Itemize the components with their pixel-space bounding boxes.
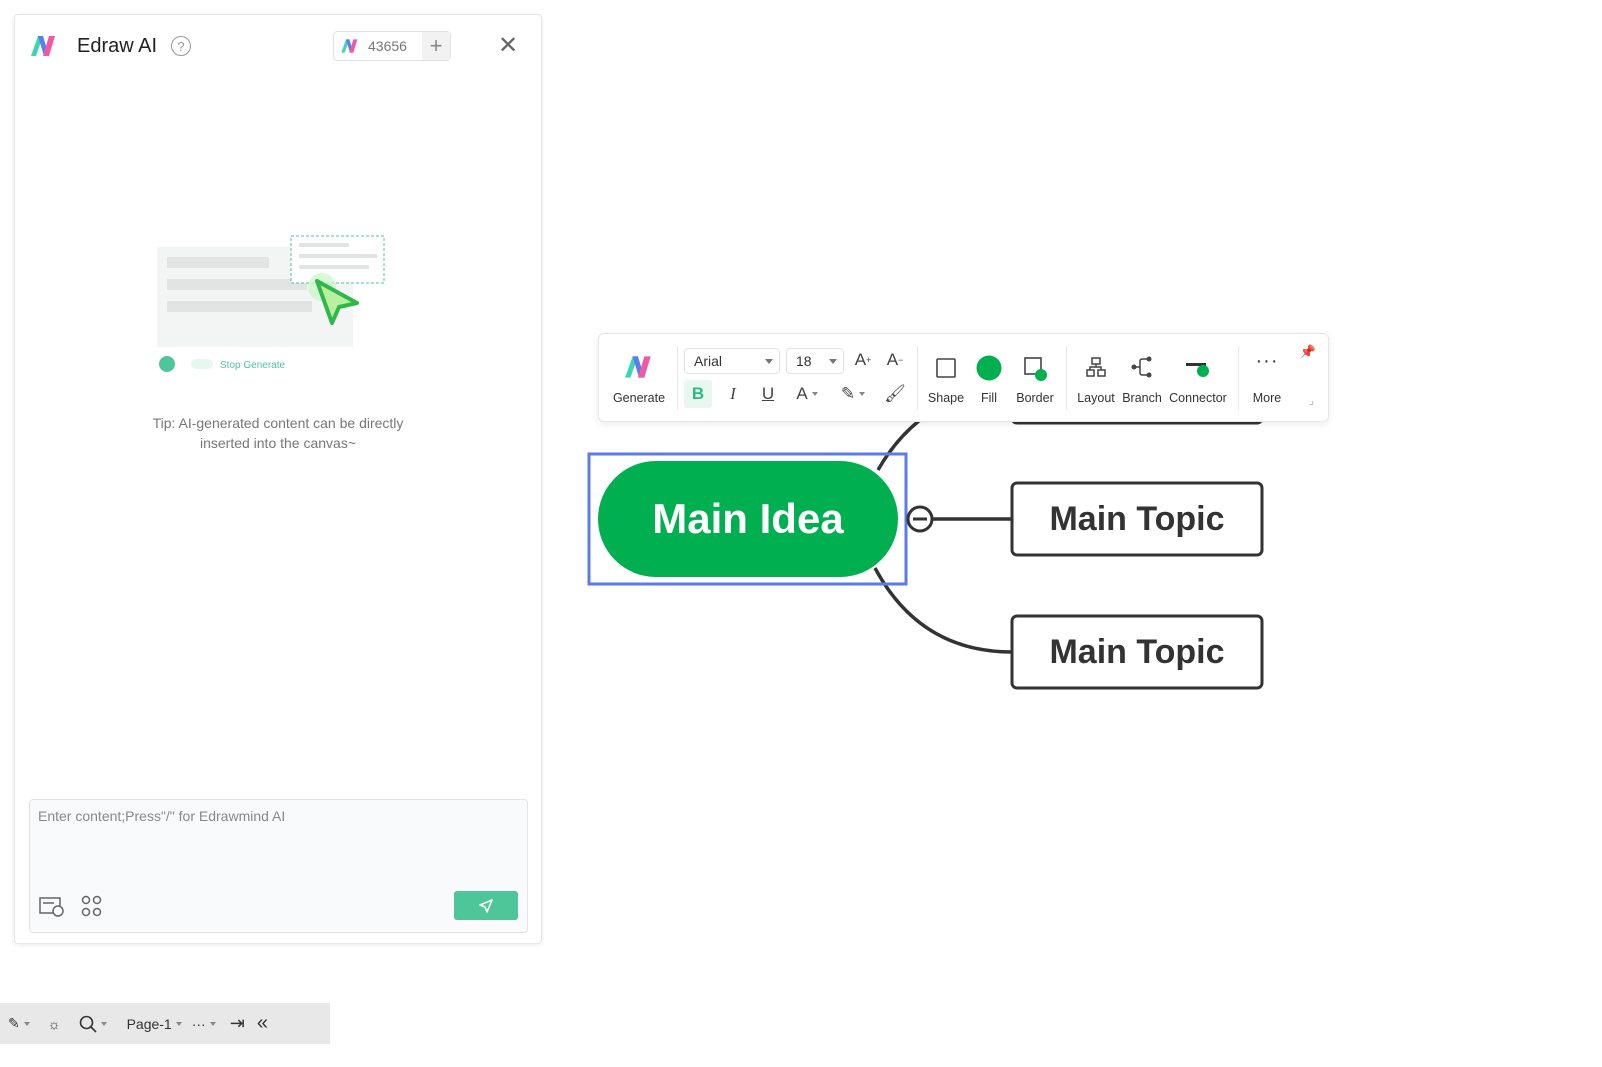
generate-button[interactable]: Generate — [607, 334, 671, 423]
divider — [677, 346, 678, 410]
ai-illustration: Stop Generate — [157, 235, 385, 372]
bold-button[interactable]: B — [684, 380, 712, 408]
divider — [1238, 346, 1239, 410]
stop-generate-label: Stop Generate — [220, 360, 285, 371]
divider — [1066, 346, 1067, 410]
shape-button[interactable]: Shape — [923, 334, 969, 423]
search-icon[interactable] — [79, 1015, 107, 1033]
decrease-font-icon[interactable]: A − — [881, 346, 909, 374]
edraw-ai-panel: Edraw AI ? 43656 + ✕ Stop Generate Tip: … — [14, 14, 542, 944]
layout-icon — [1086, 357, 1106, 377]
layout-button[interactable]: Layout — [1073, 334, 1119, 423]
more-button[interactable]: ··· More — [1245, 334, 1289, 423]
collapse-icon[interactable] — [906, 505, 934, 533]
increase-font-icon[interactable]: A + — [849, 346, 877, 374]
edraw-ai-logo-icon — [625, 356, 651, 378]
central-node-text[interactable]: Main Idea — [598, 461, 898, 577]
send-button[interactable] — [454, 891, 518, 920]
pen-icon[interactable]: ✎ — [8, 1015, 30, 1032]
credits-logo-icon — [341, 39, 358, 53]
fill-color-icon — [976, 355, 1002, 381]
more-pages-icon[interactable]: ··· — [192, 1016, 216, 1032]
underline-button[interactable]: U — [754, 380, 782, 408]
ai-input-box — [29, 799, 528, 933]
credits-count: 43656 — [368, 38, 407, 54]
connector-button[interactable]: Connector — [1165, 334, 1231, 423]
branch-line-bottom — [873, 567, 1013, 654]
collapse-panel-icon[interactable]: « — [257, 1012, 268, 1035]
branch-button[interactable]: Branch — [1119, 334, 1165, 423]
ai-prompt-input[interactable] — [38, 808, 518, 878]
font-family-select[interactable]: Arial — [684, 348, 780, 374]
connector-icon — [1186, 363, 1209, 377]
floating-toolbar: Generate Arial 18 A + A − B I U A ✎ 🖌 Shap… — [598, 333, 1329, 422]
more-icon: ··· — [1255, 350, 1279, 372]
credits-badge[interactable]: 43656 + — [333, 31, 451, 61]
edraw-ai-logo-icon — [31, 36, 55, 56]
close-icon[interactable]: ✕ — [493, 31, 523, 61]
font-color-button[interactable]: A — [789, 380, 825, 408]
tip-text: Tip: AI-generated content can be directl… — [152, 415, 404, 451]
pin-icon[interactable]: 📌 — [1300, 344, 1316, 360]
border-button[interactable]: Border — [1011, 334, 1059, 423]
panel-title: Edraw AI — [77, 34, 158, 57]
panel-header: Edraw AI ? 43656 + ✕ — [29, 31, 527, 61]
add-credits-button[interactable]: + — [422, 32, 450, 60]
screenshot-icon[interactable] — [38, 892, 66, 920]
format-painter-icon[interactable]: 🖌 — [881, 380, 909, 408]
question-circle-icon[interactable]: ? — [171, 36, 192, 56]
export-icon[interactable]: ⇥ — [230, 1013, 245, 1034]
divider — [917, 346, 918, 410]
topic-node-text[interactable]: Main Topic — [1012, 483, 1262, 555]
font-size-select[interactable]: 18 — [786, 348, 844, 374]
mindmap-template-icon[interactable] — [78, 892, 106, 920]
border-icon — [1024, 357, 1047, 381]
italic-button[interactable]: I — [719, 380, 747, 408]
highlight-icon[interactable]: ✎ — [835, 380, 871, 408]
lightbulb-icon[interactable]: ☼ — [48, 1016, 61, 1032]
topic-node-text[interactable]: Main Topic — [1012, 616, 1262, 688]
bottom-toolbar: ✎ ☼ Page-1 ··· ⇥ « — [0, 1003, 330, 1044]
page-select[interactable]: Page-1 — [127, 1016, 182, 1032]
send-icon — [479, 898, 493, 913]
branch-icon — [1131, 356, 1152, 378]
fill-button[interactable]: Fill — [971, 334, 1007, 423]
square-icon — [936, 358, 956, 378]
collapse-toolbar-icon[interactable]: ⌟ — [1309, 394, 1314, 407]
